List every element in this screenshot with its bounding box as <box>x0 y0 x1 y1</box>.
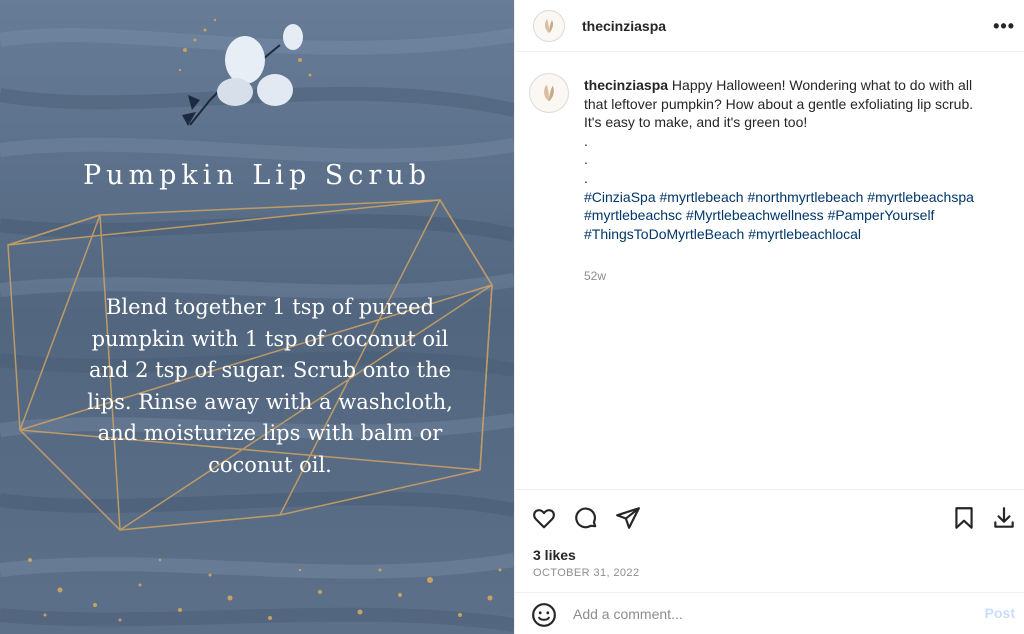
hashtag-link[interactable]: #PamperYourself <box>828 207 935 223</box>
post-comment-button[interactable]: Post <box>985 605 1015 621</box>
hashtag-link[interactable]: #ThingsToDoMyrtleBeach <box>584 226 744 242</box>
hashtag-link[interactable]: #myrtlebeachspa <box>867 189 974 205</box>
leaf-logo-icon <box>544 19 553 33</box>
hashtag-link[interactable]: #CinziaSpa <box>584 189 656 205</box>
post-details-panel: thecinziaspa ••• thecinziaspa Happy Hall… <box>514 0 1024 634</box>
share-icon[interactable] <box>615 505 641 531</box>
more-horizontal-icon[interactable]: ••• <box>993 16 1015 37</box>
heart-icon[interactable] <box>531 505 557 531</box>
caption-dot: . <box>584 151 588 168</box>
avatar[interactable] <box>533 10 565 42</box>
hashtag-link[interactable]: #northmyrtlebeach <box>747 189 863 205</box>
bookmark-icon[interactable] <box>951 505 977 531</box>
hashtag-link[interactable]: #myrtlebeachlocal <box>748 226 861 242</box>
emoji-icon[interactable] <box>531 602 557 628</box>
caption-text: thecinziaspa Happy Halloween! Wondering … <box>584 76 979 243</box>
post-time-ago[interactable]: 52w <box>584 269 606 283</box>
header-username[interactable]: thecinziaspa <box>582 18 666 34</box>
post-date: OCTOBER 31, 2022 <box>533 567 640 579</box>
comment-icon[interactable] <box>573 505 599 531</box>
hashtag-link[interactable]: #myrtlebeachsc <box>584 207 682 223</box>
likes-count[interactable]: 3 likes <box>533 547 576 563</box>
comment-input[interactable] <box>573 606 953 622</box>
image-title: Pumpkin Lip Scrub <box>82 160 432 191</box>
caption-dot: . <box>584 132 588 149</box>
caption-dot: . <box>584 169 588 186</box>
hashtag-link[interactable]: #Myrtlebeachwellness <box>686 207 824 223</box>
post-image[interactable]: Pumpkin Lip Scrub Blend together 1 tsp o… <box>0 0 514 634</box>
image-recipe-text: Blend together 1 tsp of pureed pumpkin w… <box>87 295 453 477</box>
comment-bar: Post <box>515 592 1024 634</box>
caption-avatar[interactable] <box>529 73 569 113</box>
caption-section: thecinziaspa Happy Halloween! Wondering … <box>515 52 1024 488</box>
caption-username[interactable]: thecinziaspa <box>584 77 668 93</box>
action-bar <box>515 489 1024 546</box>
post-header: thecinziaspa ••• <box>515 0 1024 52</box>
hashtag-list: #CinziaSpa #myrtlebeach #northmyrtlebeac… <box>584 189 974 242</box>
hashtag-link[interactable]: #myrtlebeach <box>660 189 744 205</box>
leaf-logo-icon <box>544 84 554 102</box>
download-icon[interactable] <box>991 505 1017 531</box>
